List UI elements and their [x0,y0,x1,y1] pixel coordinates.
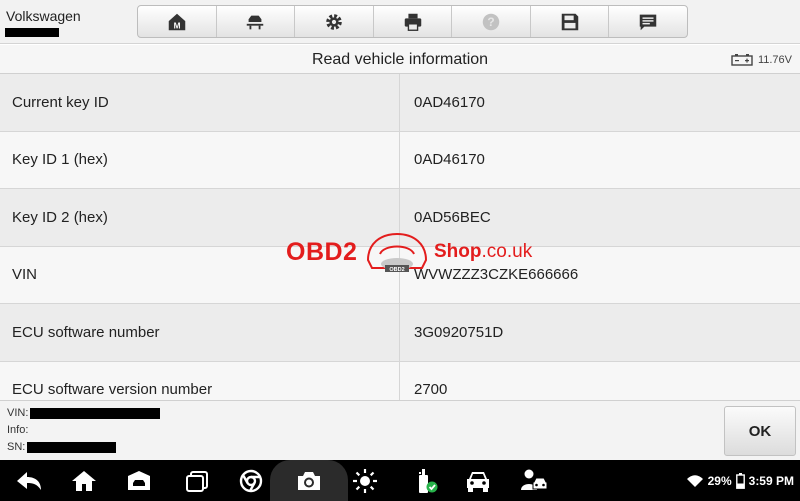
clock: 3:59 PM [748,473,794,488]
table-row: Current key ID 0AD46170 [0,74,800,132]
help-button[interactable]: ? [452,6,531,37]
redacted-sn [27,442,116,453]
sn-label: SN: [7,441,26,453]
brightness-button[interactable] [350,460,380,501]
help-icon: ? [482,13,500,30]
battery-icon [735,472,745,489]
recent-apps-icon [186,470,208,492]
table-row: Key ID 1 (hex) 0AD46170 [0,131,800,189]
row-value: 0AD56BEC [414,208,491,226]
row-value: 2700 [414,381,448,399]
top-bar: Volkswagen M ? [0,0,800,44]
camera-icon [298,471,320,490]
row-value: 0AD46170 [414,151,485,169]
wifi-icon [686,474,703,487]
redacted-model [5,28,59,37]
row-label: Key ID 1 (hex) [0,131,400,188]
printer-icon [404,13,421,31]
footer-info: VIN: Info: SN: OK [0,400,800,460]
message-button[interactable] [609,6,687,37]
user-car-icon [521,469,548,490]
redacted-vin [30,408,160,419]
row-label: ECU software number [0,304,400,361]
vci-status-icon [419,468,438,493]
table-row: ECU software version number 2700 [0,361,800,400]
save-button[interactable] [531,6,610,37]
status-area: 29% 3:59 PM [686,460,794,501]
chrome-button[interactable] [236,460,266,501]
vehicle-swap-button[interactable] [217,6,296,37]
vci-connection-button[interactable] [410,460,440,501]
vehicle-brand: Volkswagen [6,8,81,24]
vehicle-info-table[interactable]: Current key ID 0AD46170 Key ID 1 (hex) 0… [0,74,800,400]
home-nav-button[interactable] [68,460,100,501]
diagnostics-home-button[interactable] [122,460,156,501]
battery-percent: 29% [707,473,732,488]
chrome-icon [239,469,263,492]
back-button[interactable] [12,460,46,501]
row-label: ECU software version number [0,361,400,400]
save-icon [561,13,578,30]
vehicle-lift-icon [247,15,264,29]
row-value: 0AD46170 [414,93,485,111]
row-value: 3G0920751D [414,323,504,341]
recent-apps-button[interactable] [182,460,212,501]
battery-voltage: 11.76V [757,53,792,66]
house-icon [72,470,96,491]
battery-indicator: 11.76V [731,53,792,66]
table-row: Key ID 2 (hex) 0AD56BEC [0,189,800,247]
ok-button[interactable]: OK [724,406,796,456]
home-button[interactable]: M [138,6,217,37]
print-button[interactable] [374,6,453,37]
page-title: Read vehicle information [311,51,489,68]
info-label: Info: [7,424,29,436]
svg-text:?: ? [487,15,494,29]
car-icon [467,471,489,492]
toolbar: M ? [137,5,688,38]
svg-text:M: M [173,21,180,30]
title-bar: Read vehicle information 11.76V [0,45,800,74]
row-label: Current key ID [0,74,400,131]
brightness-icon [353,468,377,493]
row-label: Key ID 2 (hex) [0,189,400,246]
settings-button[interactable] [295,6,374,37]
car-battery-icon [731,54,753,66]
remote-expert-button[interactable] [518,460,550,501]
home-m-icon: M [168,13,186,30]
back-arrow-icon [17,471,41,490]
screenshot-button[interactable] [294,460,324,501]
table-row: VIN WVWZZZ3CZKE666666 [0,246,800,304]
message-icon [640,14,657,30]
row-value: WVWZZZ3CZKE666666 [414,266,579,284]
car-monitor-icon [128,470,150,490]
vin-label: VIN: [7,407,29,419]
table-row: ECU software number 3G0920751D [0,304,800,362]
gear-icon [326,13,342,30]
row-label: VIN [0,246,400,303]
vehicle-button[interactable] [462,460,494,501]
system-nav-bar: 29% 3:59 PM [0,460,800,501]
